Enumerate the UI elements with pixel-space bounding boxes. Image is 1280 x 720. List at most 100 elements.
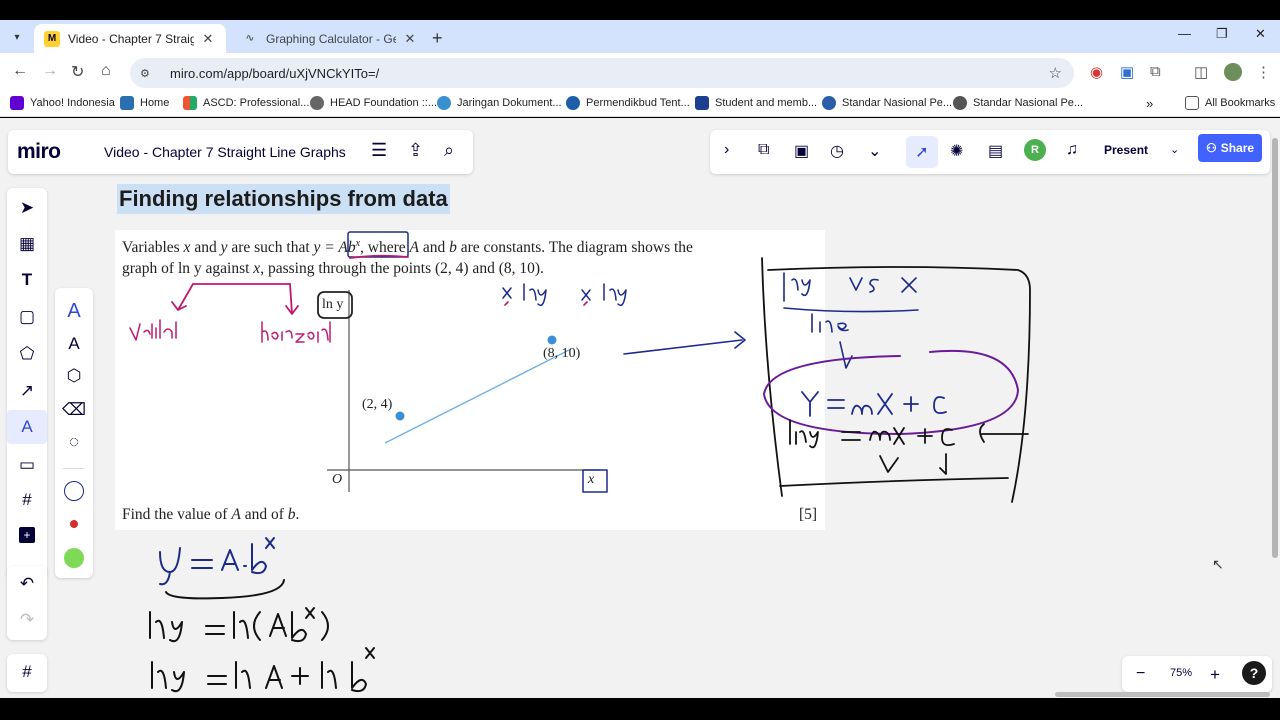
bookmark-item[interactable]: Student and memb... — [695, 96, 817, 110]
pen-tool-icon[interactable]: A — [55, 300, 93, 323]
line-handwriting — [811, 313, 849, 333]
address-bar[interactable]: ⚙ miro.com/app/board/uXjVNCkYITo=/ ☆ — [130, 58, 1074, 88]
zoom-out-icon[interactable]: − — [1136, 665, 1145, 683]
video-extension-icon[interactable]: ▣ — [1120, 63, 1134, 81]
all-bookmarks-label: All Bookmarks — [1205, 97, 1276, 109]
bell-icon[interactable]: ♫ — [1066, 141, 1078, 159]
bookmark-label: Student and memb... — [715, 97, 818, 109]
highlighter-icon[interactable]: A — [55, 334, 93, 354]
frame-icon[interactable]: # — [7, 490, 47, 510]
templates-icon[interactable]: ▦ — [7, 234, 47, 254]
vertical-scrollbar[interactable] — [1272, 138, 1278, 558]
frames-panel-button[interactable]: # — [7, 654, 47, 692]
horizontal-scrollbar[interactable] — [1055, 692, 1270, 697]
menu-icon[interactable]: ☰ — [371, 140, 387, 161]
x-lny-handwriting — [581, 283, 627, 307]
bookmark-item[interactable]: Home — [120, 96, 169, 110]
pen-icon[interactable]: A — [7, 410, 47, 444]
select-icon[interactable]: ➤ — [7, 198, 47, 218]
smart-drawing-icon[interactable]: ⬡ — [55, 366, 93, 386]
forward-icon[interactable]: → — [42, 62, 58, 80]
more-icon[interactable]: ⌄ — [868, 141, 881, 161]
site-info-icon[interactable]: ⚙ — [140, 67, 156, 80]
bookmark-star-icon[interactable]: ☆ — [1049, 64, 1062, 82]
record-extension-icon[interactable]: ◉ — [1090, 63, 1103, 81]
menu-icon[interactable]: ⋮ — [1256, 63, 1271, 81]
reload-icon[interactable]: ↻ — [71, 62, 84, 82]
close-icon[interactable]: ✕ — [200, 31, 216, 47]
zoom-level[interactable]: 75% — [1170, 667, 1192, 679]
lny-vs-x-handwriting — [901, 277, 917, 293]
tab-miro[interactable]: M Video - Chapter 7 Straight Line ✕ — [34, 24, 226, 53]
color-dark-blue[interactable] — [64, 481, 84, 501]
export-icon[interactable]: ⇪ — [408, 140, 423, 161]
bookmark-item[interactable]: HEAD Foundation ::... — [310, 96, 437, 110]
handwritten-annotations[interactable] — [0, 118, 1280, 698]
sticky-note-icon[interactable]: ▢ — [7, 307, 47, 327]
lasso-icon[interactable]: ◌ — [55, 432, 93, 452]
home-icon[interactable]: ⌂ — [101, 62, 111, 80]
timer-icon[interactable]: ◷ — [830, 141, 844, 161]
minimize-icon[interactable]: — — [1178, 26, 1191, 41]
present-button[interactable]: Present — [1104, 143, 1148, 157]
comment-icon[interactable]: ▭ — [7, 455, 47, 475]
bookmark-item[interactable]: Permendikbud Tent... — [566, 96, 690, 110]
add-icon[interactable]: + — [19, 527, 35, 543]
miro-logo[interactable]: miro — [17, 140, 61, 164]
connection-line-icon[interactable]: ↗ — [7, 381, 47, 401]
avatar[interactable]: R — [1024, 139, 1046, 161]
tab-search-button[interactable]: ▾ — [6, 26, 28, 48]
more-bookmarks-icon[interactable]: » — [1146, 96, 1153, 111]
cursor-icon[interactable]: ➚ — [906, 136, 938, 168]
new-tab-button[interactable]: + — [432, 28, 443, 49]
board-title[interactable]: Video - Chapter 7 Straight Line Graphs — [104, 144, 346, 160]
profile-avatar[interactable] — [1224, 63, 1242, 81]
bookmark-item[interactable]: Jaringan Dokument... — [437, 96, 562, 110]
equation-box — [347, 231, 409, 258]
miro-topbar-left: miro Video - Chapter 7 Straight Line Gra… — [8, 130, 473, 174]
back-icon[interactable]: ← — [12, 62, 28, 80]
share-button[interactable]: ⚇ Share — [1198, 134, 1262, 162]
bookmark-item[interactable]: Standar Nasional Pe... — [953, 96, 1083, 110]
home-site-icon — [120, 96, 134, 110]
folder-icon — [1185, 96, 1199, 110]
app: ▾ M Video - Chapter 7 Straight Line ✕ ∿ … — [0, 0, 1280, 720]
bookmark-item[interactable]: Standar Nasional Pe... — [822, 96, 952, 110]
eraser-icon[interactable]: ⌫ — [55, 400, 93, 420]
zoom-in-icon[interactable]: + — [1210, 665, 1220, 685]
text-icon[interactable]: T — [7, 270, 47, 290]
bookmark-item[interactable]: Yahoo! Indonesia — [10, 96, 115, 110]
bookmark-item[interactable]: ASCD: Professional... — [183, 96, 309, 110]
snp-icon — [822, 96, 836, 110]
reactions-icon[interactable]: ✺ — [950, 141, 963, 161]
mouse-cursor: ↖ — [1212, 556, 1224, 572]
help-button[interactable]: ? — [1242, 661, 1266, 685]
miro-left-toolbar: ➤ ▦ T ▢ ⬠ ↗ A ▭ # + — [7, 188, 47, 578]
tab-geogebra[interactable]: ∿ Graphing Calculator - GeoGebr ✕ — [232, 24, 428, 53]
side-panel-icon[interactable]: ◫ — [1194, 63, 1208, 81]
bookmark-label: Standar Nasional Pe... — [842, 97, 953, 109]
color-green[interactable] — [64, 548, 84, 568]
restore-icon[interactable]: ❐ — [1216, 26, 1228, 42]
bookmark-label: Permendikbud Tent... — [586, 97, 690, 109]
arrow-icon — [839, 341, 853, 369]
chevron-down-icon[interactable]: ⌄ — [1170, 143, 1179, 156]
miro-board[interactable]: Finding relationships from data Variable… — [0, 118, 1280, 698]
close-icon[interactable]: ✕ — [402, 31, 418, 47]
expand-icon[interactable]: › — [724, 141, 729, 159]
extensions-icon[interactable]: ⧉ — [1150, 63, 1161, 80]
arrow-icon — [879, 453, 947, 475]
all-bookmarks[interactable]: All Bookmarks — [1185, 96, 1275, 110]
geogebra-icon: ∿ — [245, 33, 255, 44]
apps-icon[interactable]: ⧉ — [758, 141, 769, 159]
frames-icon[interactable]: ▣ — [794, 141, 809, 161]
browser-tab-strip: ▾ M Video - Chapter 7 Straight Line ✕ ∿ … — [0, 20, 1280, 53]
close-window-icon[interactable]: ✕ — [1255, 26, 1266, 42]
shapes-icon[interactable]: ⬠ — [7, 344, 47, 364]
comments-icon[interactable]: ▤ — [988, 141, 1003, 161]
search-icon[interactable]: ⌕ — [444, 140, 454, 161]
undo-icon[interactable]: ↶ — [7, 574, 47, 594]
redo-icon[interactable]: ↷ — [7, 610, 47, 630]
color-red[interactable] — [70, 520, 78, 528]
vertical-handwriting — [129, 319, 177, 341]
